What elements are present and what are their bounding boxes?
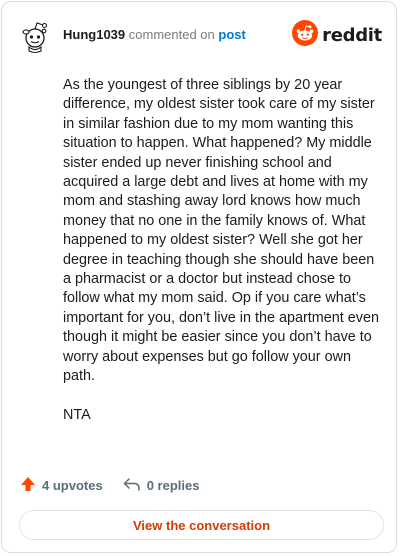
post-link[interactable]: post [218,27,245,42]
brand-wordmark: reddit [322,24,382,46]
comment-header: Hung1039 commented on post reddit [20,18,382,54]
username-link[interactable]: Hung1039 [63,27,125,42]
action-text: commented on [128,27,215,42]
reply-arrow-icon [123,476,141,495]
reddit-brand[interactable]: reddit [292,19,382,51]
replies-count: 0 replies [146,477,200,493]
view-conversation-button[interactable]: View the conversation [19,510,384,540]
comment-footer: 4 upvotes 0 replies [20,475,199,495]
comment-body: As the youngest of three siblings by 20 … [63,76,379,425]
upvote-arrow-icon[interactable] [20,476,36,495]
upvotes-count: 4 upvotes [42,477,103,493]
comment-meta: Hung1039 commented on post [63,27,246,42]
comment-paragraph: As the youngest of three siblings by 20 … [63,77,379,385]
reddit-logo-icon [292,19,319,51]
comment-card: Hung1039 commented on post reddit As the… [1,1,397,553]
snoo-avatar-icon[interactable] [20,18,54,54]
replies-stat[interactable]: 0 replies [123,476,200,495]
comment-paragraph: NTA [63,406,91,423]
upvotes-stat[interactable]: 4 upvotes [20,476,103,495]
